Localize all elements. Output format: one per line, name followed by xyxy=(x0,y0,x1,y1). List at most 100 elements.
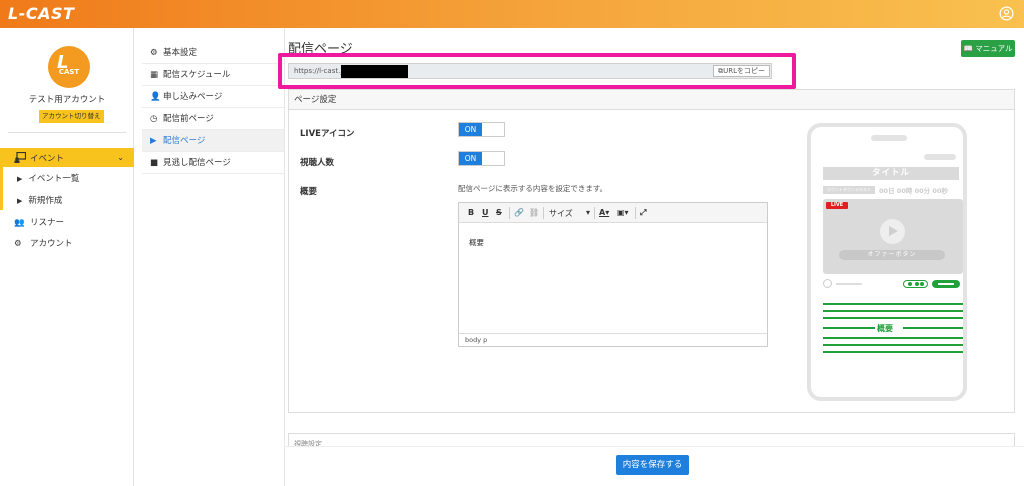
preview-offer-button: オファーボタン xyxy=(839,250,945,260)
summary-help-text: 配信ページに表示する内容を設定できます。 xyxy=(458,184,608,193)
users-icon: 👥 xyxy=(14,218,25,228)
sidebar-item-account[interactable]: ⚙ アカウント xyxy=(14,237,73,249)
play-icon xyxy=(880,219,905,244)
menu-item-replay-page[interactable]: ■ 見逃し配信ページ xyxy=(142,152,284,174)
toggle-on-label: ON xyxy=(459,152,482,165)
preview-summary: 概要 xyxy=(877,324,893,333)
event-icon xyxy=(14,152,26,163)
viewer-count-toggle[interactable]: ON xyxy=(458,151,505,166)
preview-timer: 00日 00時 00分 00秒 xyxy=(879,187,948,195)
preview-user-icon xyxy=(823,279,832,288)
toolbar-separator xyxy=(594,207,595,219)
book-icon: 📖 xyxy=(963,44,973,53)
font-size-select[interactable]: サイズ xyxy=(549,208,573,219)
account-name: テスト用アカウント xyxy=(28,95,106,105)
video-camera-icon: ■ xyxy=(150,158,159,168)
underline-button[interactable]: U xyxy=(482,208,489,217)
summary-label: 概要 xyxy=(300,187,318,197)
gear-icon: ⚙ xyxy=(150,48,158,58)
event-submenu: ▶ イベント一覧 ▶ 新規作成 xyxy=(0,167,134,210)
preview-text-line xyxy=(823,327,875,329)
phone-notch xyxy=(871,135,907,141)
user-plus-icon: 👤 xyxy=(150,92,161,102)
highlight-color-icon[interactable]: ▣▾ xyxy=(617,208,629,217)
caret-right-icon: ▶ xyxy=(17,175,23,183)
sidebar-item-label: イベント xyxy=(30,154,65,164)
top-bar: L-CAST xyxy=(0,0,1024,28)
preview-text-line xyxy=(823,317,963,319)
caret-right-icon: ▶ xyxy=(17,197,23,205)
toggle-on-label: ON xyxy=(459,123,482,136)
highlight-box xyxy=(278,53,796,89)
save-button[interactable]: 内容を保存する xyxy=(616,455,689,475)
live-icon-label: LIVEアイコン xyxy=(300,129,355,139)
preview-countdown-label: カウントダウンテキスト xyxy=(823,186,875,194)
font-color-icon[interactable]: A▾ xyxy=(599,208,609,217)
sidebar-item-label: イベント一覧 xyxy=(28,174,80,184)
unlink-icon[interactable]: ⛓ xyxy=(529,208,539,217)
chevron-down-icon: ⌄ xyxy=(117,153,124,162)
menu-item-label: 配信前ページ xyxy=(163,114,214,124)
editor-content[interactable]: 概要 xyxy=(469,237,484,248)
preview-text-line xyxy=(903,327,963,329)
menu-item-label: 申し込みページ xyxy=(163,92,223,102)
menu-item-basic-settings[interactable]: ⚙ 基本設定 xyxy=(142,42,284,64)
editor-status-path: body p xyxy=(459,333,767,346)
sidebar-item-new-event[interactable]: ▶ 新規作成 xyxy=(17,194,62,206)
preview-text-line xyxy=(823,337,963,339)
menu-item-schedule[interactable]: ▦ 配信スケジュール xyxy=(142,64,284,86)
avatar-text: CAST xyxy=(58,68,80,76)
live-icon-toggle[interactable]: ON xyxy=(458,122,505,137)
preview-username-placeholder xyxy=(836,283,862,285)
link-icon[interactable]: 🔗 xyxy=(514,208,524,217)
user-account-icon[interactable] xyxy=(999,6,1014,21)
sidebar: L CAST テスト用アカウント アカウント切り替え イベント ⌄ ▶ イベント一… xyxy=(0,28,134,486)
toolbar-separator xyxy=(635,207,636,219)
sidebar-divider xyxy=(8,132,126,133)
viewer-count-label: 視聴人数 xyxy=(300,158,335,168)
live-badge: LIVE xyxy=(826,202,848,209)
menu-item-stream-page[interactable]: ▶ 配信ページ xyxy=(142,130,284,152)
menu-item-label: 基本設定 xyxy=(163,48,198,58)
sidebar-item-label: アカウント xyxy=(30,239,73,249)
sidebar-item-event-list[interactable]: ▶ イベント一覧 xyxy=(17,172,79,184)
preview-text-line xyxy=(823,344,963,346)
chevron-down-icon: ▾ xyxy=(586,208,591,217)
toolbar-separator xyxy=(509,207,510,219)
preview-action-button xyxy=(932,280,960,288)
sidebar-item-label: リスナー xyxy=(30,218,65,228)
avatar: L CAST xyxy=(48,46,90,88)
fullscreen-icon[interactable]: ⤢ xyxy=(640,208,646,218)
strikethrough-button[interactable]: S xyxy=(496,208,502,217)
preview-title: タイトル xyxy=(823,167,959,180)
page-settings-card: ページ設定 LIVEアイコン ON 視聴人数 ON 概要 配信ページに表示する内… xyxy=(288,89,1015,413)
preview-text-line xyxy=(823,303,963,305)
gear-icon: ⚙ xyxy=(14,239,22,249)
sidebar-item-event[interactable]: イベント ⌄ xyxy=(0,148,134,167)
preview-viewer-count-icon xyxy=(903,280,928,288)
menu-item-label: 配信スケジュール xyxy=(163,70,231,80)
calendar-icon: ▦ xyxy=(150,70,159,80)
manual-button[interactable]: 📖 マニュアル xyxy=(961,40,1015,57)
preview-text-line xyxy=(823,351,963,353)
phone-menu-pill xyxy=(924,154,956,160)
sidebar-item-label: 新規作成 xyxy=(28,196,63,206)
submenu-divider xyxy=(284,28,285,486)
bold-button[interactable]: B xyxy=(468,208,474,217)
sidebar-item-listener[interactable]: 👥 リスナー xyxy=(14,216,64,228)
preview-video: LIVE オファーボタン xyxy=(823,199,963,274)
account-switch-button[interactable]: アカウント切り替え xyxy=(39,110,104,123)
menu-item-application-page[interactable]: 👤 申し込みページ xyxy=(142,86,284,108)
menu-item-label: 配信ページ xyxy=(163,136,206,146)
card-title: ページ設定 xyxy=(289,90,1014,110)
rich-text-editor[interactable]: B U S 🔗 ⛓ サイズ ▾ A▾ ▣▾ ⤢ 概要 body p xyxy=(458,202,768,347)
menu-item-label: 見逃し配信ページ xyxy=(163,158,231,168)
manual-button-label: マニュアル xyxy=(975,44,1013,53)
editor-toolbar: B U S 🔗 ⛓ サイズ ▾ A▾ ▣▾ ⤢ xyxy=(459,203,767,223)
clock-icon: ◷ xyxy=(150,114,158,124)
preview-text-line xyxy=(823,310,963,312)
toolbar-separator xyxy=(543,207,544,219)
phone-preview: タイトル カウントダウンテキスト 00日 00時 00分 00秒 LIVE オフ… xyxy=(807,123,967,401)
app-logo[interactable]: L-CAST xyxy=(8,4,74,23)
menu-item-pre-stream-page[interactable]: ◷ 配信前ページ xyxy=(142,108,284,130)
